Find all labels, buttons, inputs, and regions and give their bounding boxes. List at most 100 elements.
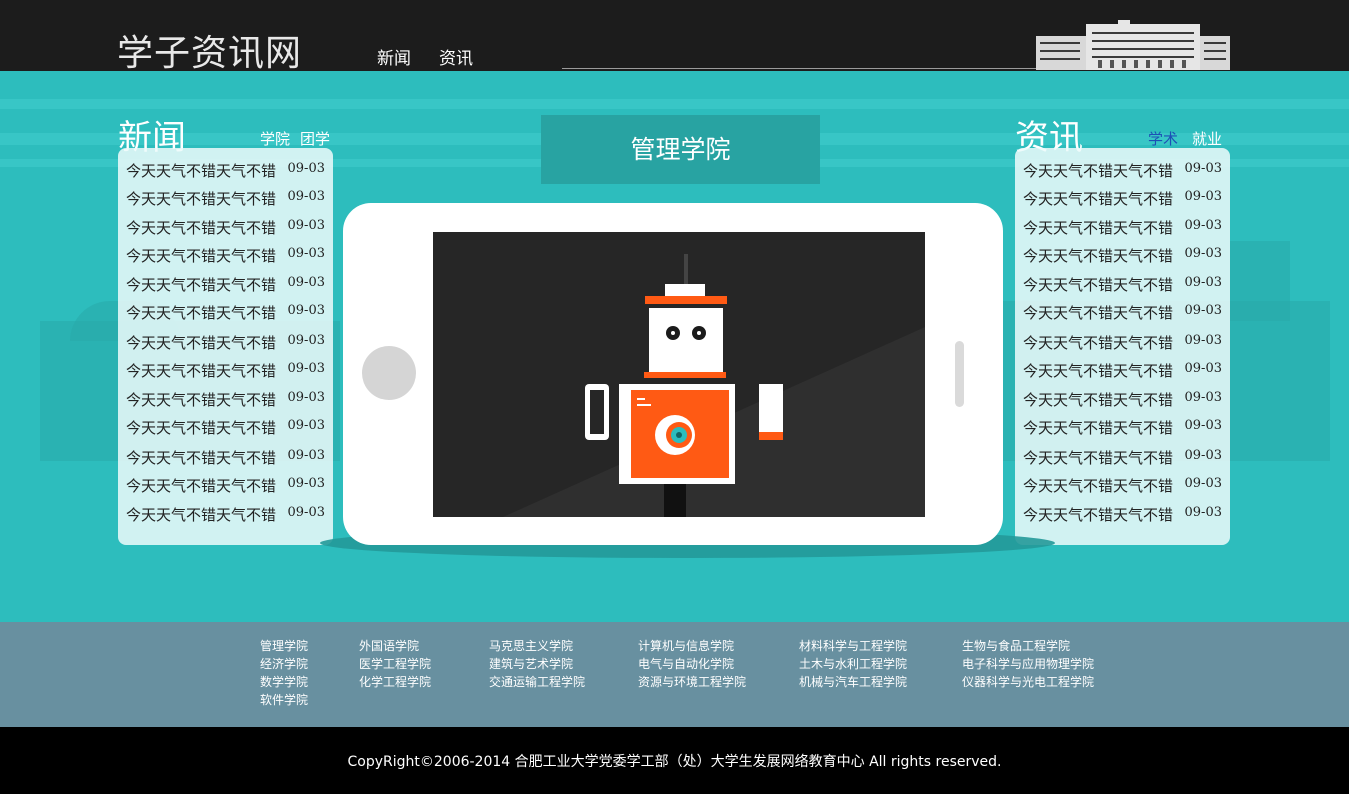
list-item[interactable]: 今天天气不错天气不错 09-03	[118, 326, 333, 354]
college-links-bar: 管理学院 经济学院 数学学院 软件学院 外国语学院 医学工程学院 化学工程学院 马克思主义学院…	[0, 622, 1349, 727]
college-link[interactable]: 外国语学院	[359, 637, 419, 654]
list-item[interactable]: 今天天气不错天气不错 09-03	[1015, 411, 1230, 439]
phone-speaker	[955, 341, 964, 407]
list-item-title: 今天天气不错天气不错	[126, 219, 277, 237]
college-link[interactable]: 机械与汽车工程学院	[799, 673, 907, 690]
college-link[interactable]: 资源与环境工程学院	[638, 673, 746, 690]
list-item-date: 09-03	[1184, 161, 1222, 176]
list-item[interactable]: 今天天气不错天气不错 09-03	[118, 383, 333, 411]
list-item-title: 今天天气不错天气不错	[126, 362, 277, 380]
list-item[interactable]: 今天天气不错天气不错 09-03	[118, 268, 333, 296]
list-item[interactable]: 今天天气不错天气不错 09-03	[1015, 239, 1230, 267]
list-item-date: 09-03	[287, 275, 325, 290]
college-link[interactable]: 计算机与信息学院	[638, 637, 734, 654]
list-item-date: 09-03	[1184, 218, 1222, 233]
list-item-date: 09-03	[1184, 246, 1222, 261]
list-item-title: 今天天气不错天气不错	[126, 190, 277, 208]
list-item[interactable]: 今天天气不错天气不错 09-03	[1015, 182, 1230, 210]
college-link[interactable]: 数学学院	[260, 673, 308, 690]
tab-league[interactable]: 团学	[300, 128, 330, 149]
list-item[interactable]: 今天天气不错天气不错 09-03	[118, 211, 333, 239]
list-item-date: 09-03	[287, 333, 325, 348]
list-item-title: 今天天气不错天气不错	[1023, 506, 1174, 524]
list-item[interactable]: 今天天气不错天气不错 09-03	[118, 182, 333, 210]
list-item[interactable]: 今天天气不错天气不错 09-03	[1015, 154, 1230, 182]
list-item-title: 今天天气不错天气不错	[1023, 362, 1174, 380]
bg-stripe	[0, 99, 1349, 109]
college-link[interactable]: 管理学院	[260, 637, 308, 654]
list-item-date: 09-03	[287, 361, 325, 376]
phone-home-button	[362, 346, 416, 400]
list-item-date: 09-03	[1184, 390, 1222, 405]
list-item[interactable]: 今天天气不错天气不错 09-03	[118, 441, 333, 469]
list-item-title: 今天天气不错天气不错	[1023, 190, 1174, 208]
campus-building-illustration	[1036, 20, 1230, 70]
list-item-date: 09-03	[287, 448, 325, 463]
tab-academic[interactable]: 学术	[1148, 128, 1178, 149]
list-item-date: 09-03	[287, 418, 325, 433]
list-item[interactable]: 今天天气不错天气不错 09-03	[1015, 441, 1230, 469]
list-item-title: 今天天气不错天气不错	[1023, 219, 1174, 237]
list-item-date: 09-03	[1184, 303, 1222, 318]
list-item[interactable]: 今天天气不错天气不错 09-03	[1015, 211, 1230, 239]
phone-screen	[433, 232, 925, 517]
list-item[interactable]: 今天天气不错天气不错 09-03	[118, 498, 333, 526]
list-item-title: 今天天气不错天气不错	[1023, 419, 1174, 437]
list-item[interactable]: 今天天气不错天气不错 09-03	[118, 469, 333, 497]
college-link[interactable]: 土木与水利工程学院	[799, 655, 907, 672]
list-item-title: 今天天气不错天气不错	[126, 304, 277, 322]
list-item-date: 09-03	[287, 476, 325, 491]
list-item[interactable]: 今天天气不错天气不错 09-03	[1015, 268, 1230, 296]
college-title-banner[interactable]: 管理学院	[541, 115, 820, 184]
list-item[interactable]: 今天天气不错天气不错 09-03	[118, 354, 333, 382]
college-link[interactable]: 材料科学与工程学院	[799, 637, 907, 654]
college-link[interactable]: 生物与食品工程学院	[962, 637, 1070, 654]
list-item[interactable]: 今天天气不错天气不错 09-03	[118, 296, 333, 324]
list-item-title: 今天天气不错天气不错	[1023, 304, 1174, 322]
list-item-title: 今天天气不错天气不错	[126, 247, 277, 265]
tab-employment[interactable]: 就业	[1192, 128, 1222, 149]
college-link[interactable]: 建筑与艺术学院	[489, 655, 573, 672]
list-item[interactable]: 今天天气不错天气不错 09-03	[118, 239, 333, 267]
college-link[interactable]: 马克思主义学院	[489, 637, 573, 654]
list-item-date: 09-03	[1184, 505, 1222, 520]
college-link[interactable]: 软件学院	[260, 691, 308, 708]
college-link[interactable]: 电子科学与应用物理学院	[962, 655, 1094, 672]
list-item-title: 今天天气不错天气不错	[1023, 276, 1174, 294]
list-item-title: 今天天气不错天气不错	[1023, 162, 1174, 180]
tab-college[interactable]: 学院	[260, 128, 290, 149]
nav-info[interactable]: 资讯	[439, 44, 473, 69]
list-item[interactable]: 今天天气不错天气不错 09-03	[1015, 469, 1230, 497]
list-item-title: 今天天气不错天气不错	[126, 391, 277, 409]
list-item[interactable]: 今天天气不错天气不错 09-03	[118, 411, 333, 439]
list-item-date: 09-03	[1184, 189, 1222, 204]
list-item-title: 今天天气不错天气不错	[1023, 477, 1174, 495]
top-header: 学子资讯网 新闻 资讯	[0, 0, 1349, 74]
nav-news[interactable]: 新闻	[377, 44, 411, 69]
list-item-date: 09-03	[1184, 418, 1222, 433]
list-item-title: 今天天气不错天气不错	[126, 162, 277, 180]
list-item[interactable]: 今天天气不错天气不错 09-03	[1015, 354, 1230, 382]
college-link[interactable]: 电气与自动化学院	[638, 655, 734, 672]
list-item-title: 今天天气不错天气不错	[126, 477, 277, 495]
list-item-date: 09-03	[287, 246, 325, 261]
list-item-title: 今天天气不错天气不错	[1023, 334, 1174, 352]
list-item-date: 09-03	[1184, 476, 1222, 491]
list-item[interactable]: 今天天气不错天气不错 09-03	[118, 154, 333, 182]
list-item[interactable]: 今天天气不错天气不错 09-03	[1015, 498, 1230, 526]
list-item[interactable]: 今天天气不错天气不错 09-03	[1015, 383, 1230, 411]
news-list-panel: 今天天气不错天气不错 09-03 今天天气不错天气不错 09-03 今天天气不错天气不错…	[118, 148, 333, 545]
copyright-bar: CopyRight©2006-2014 合肥工业大学党委学工部（处）大学生发展网…	[0, 727, 1349, 794]
list-item[interactable]: 今天天气不错天气不错 09-03	[1015, 326, 1230, 354]
main-banner-area: 新闻 学院 团学 今天天气不错天气不错 09-03 今天天气不错天气不错 09-03 今…	[0, 71, 1349, 622]
college-link[interactable]: 医学工程学院	[359, 655, 431, 672]
college-link[interactable]: 化学工程学院	[359, 673, 431, 690]
list-item-title: 今天天气不错天气不错	[126, 449, 277, 467]
list-item-date: 09-03	[287, 161, 325, 176]
list-item[interactable]: 今天天气不错天气不错 09-03	[1015, 296, 1230, 324]
list-item-title: 今天天气不错天气不错	[1023, 391, 1174, 409]
college-link[interactable]: 仪器科学与光电工程学院	[962, 673, 1094, 690]
site-logo[interactable]: 学子资讯网	[117, 24, 302, 76]
college-link[interactable]: 经济学院	[260, 655, 308, 672]
college-link[interactable]: 交通运输工程学院	[489, 673, 585, 690]
